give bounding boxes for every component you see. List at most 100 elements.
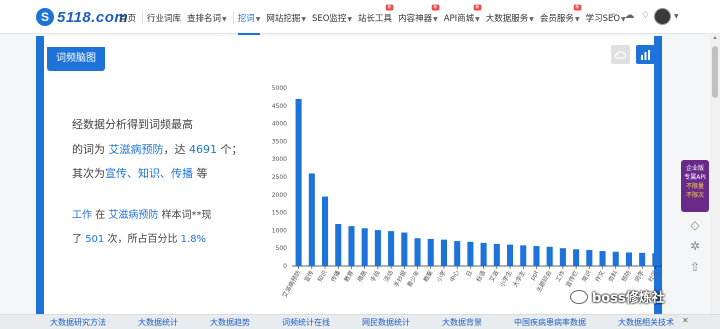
y-tick-label: 1000 [272,227,287,234]
x-tick-label: 标语 [474,269,487,283]
bar[interactable] [520,245,527,266]
scroll-thumb[interactable] [712,46,718,98]
chevron-down-icon[interactable]: ▼ [674,13,679,20]
x-tick-label: 措施 [355,269,368,283]
x-tick-label: 同学 [633,269,646,283]
chevron-down-icon: ▼ [301,16,306,23]
related-keyword-link[interactable]: 大数据研究方法 [42,317,106,328]
gear-icon[interactable]: ✲ [688,239,702,253]
related-keyword-link[interactable]: 大数据相关技术 [610,317,674,328]
bar[interactable] [586,249,593,266]
site-logo[interactable]: S 5118.com [36,7,128,27]
diamond-icon[interactable]: ◇ [688,218,702,232]
bar-chart-view-button[interactable] [636,45,655,64]
bar[interactable] [639,252,646,266]
nav-item[interactable]: 会员服务▼ 新 [540,4,581,24]
bar[interactable] [493,243,500,266]
nav-item[interactable]: 首页 [119,12,136,24]
avatar[interactable] [654,8,671,25]
bar[interactable] [625,252,633,266]
bar[interactable] [652,253,659,266]
sample-word[interactable]: 工作 [72,210,92,221]
top-word[interactable]: 艾滋病预防 [109,143,164,156]
x-tick-label: 教育 [342,269,355,283]
x-tick-label: 工作 [554,269,567,283]
nav-item-label: 大数据服务 [485,14,529,24]
bar[interactable] [612,251,619,266]
bar[interactable] [414,238,421,266]
nav-item[interactable]: 挖词▼ [237,12,260,35]
side-toolbar: ◇ ✲ ⇧ [688,218,702,274]
nav-item[interactable]: 查排名词▼ [187,12,227,24]
related-keyword-link[interactable]: 大数据统计 [130,317,178,328]
bar[interactable] [308,173,315,266]
sample-context[interactable]: 艾滋病预防 [108,210,158,221]
x-tick-label: 常识 [580,269,593,283]
nav-item[interactable]: 行业词库 [147,12,181,24]
nav-item[interactable]: 网站挖掘▼ [266,12,306,24]
close-icon[interactable]: ✕ [682,316,689,325]
chevron-down-icon: ▼ [222,16,227,23]
nav-item[interactable]: API商城▼ 新 [444,4,482,24]
x-tick-label: 社区 [646,269,659,283]
x-tick-label: 教案 [422,269,435,283]
bar[interactable] [546,246,553,266]
bar[interactable] [335,223,342,266]
bar[interactable] [467,241,474,266]
sample-text: 样本词**现 [161,210,212,221]
related-keywords-bar: 大数据研究方法 大数据统计 大数据趋势 词频统计在线 网民数据统计 大数据背景 中国疾病患病… [0,314,720,329]
top-count: 4691 [189,142,217,156]
nav-item[interactable]: SEO监控▼ [312,12,352,24]
bar[interactable] [480,242,487,266]
bar[interactable] [374,230,381,266]
bar[interactable] [295,99,302,266]
related-keyword-link[interactable]: 网民数据统计 [354,317,410,328]
new-badge: 新 [431,4,440,11]
related-keyword-link[interactable]: 中国疾病患病率数据 [506,317,586,328]
bar[interactable] [401,232,408,266]
x-tick-label: 艾滋病预防 [280,269,302,299]
chevron-down-icon: ▼ [574,16,580,23]
nav-item-label: 挖词 [237,14,255,24]
x-tick-label: 中心 [448,269,461,283]
bar[interactable] [573,249,580,266]
second-words[interactable]: 宣传、知识、传播 [105,167,193,180]
scroll-up-arrow-icon[interactable] [713,36,717,39]
related-keyword-link[interactable]: 词频统计在线 [274,317,330,328]
top-icons: ⌕ ☁ ♢ [608,10,651,21]
bar[interactable] [559,248,566,266]
cloud-view-button[interactable] [611,45,630,64]
bar[interactable] [361,228,368,266]
bar[interactable] [506,244,514,266]
bar[interactable] [454,241,461,266]
nav-item[interactable]: 内容神器▼ 新 [398,4,440,24]
tab-word-frequency-mindmap[interactable]: 词频脑图 [47,47,105,71]
bar[interactable] [533,246,540,266]
bar[interactable] [348,226,355,266]
sample-summary: 工作 在 艾滋病预防 样本词**现 了 501 次，所占百分比 1.8% [72,204,212,252]
cloud-download-icon[interactable]: ☁ [624,10,635,21]
nav-item[interactable]: 站长工具 新 [358,4,394,24]
sample-text: 了 [72,234,82,245]
word-frequency-bar-chart: 0 500 1000 1500 2000 2500 3000 3500 4000 4500 5000… [272,85,662,299]
nav-item-label: 查排名词 [187,14,222,24]
bell-icon[interactable]: ♢ [640,10,651,21]
bar[interactable] [599,251,606,266]
x-tick-label: 知识 [316,269,329,283]
bar[interactable] [388,231,395,266]
nav-item[interactable]: 大数据服务▼ [486,12,534,24]
search-icon[interactable]: ⌕ [608,10,619,21]
badge-line: 不限量 [685,183,704,190]
enterprise-api-badge[interactable]: 企业版 专属API 不限量 不限次 [681,160,709,212]
back-to-top-icon[interactable]: ⇧ [688,260,702,274]
related-keyword-link[interactable]: 大数据背景 [434,317,482,328]
summary-text: ，达 [163,142,186,156]
nav-item-label: SEO监控 [311,14,347,24]
bar[interactable] [321,196,329,266]
bar[interactable] [440,239,448,266]
bar[interactable] [427,238,434,266]
sample-text: 在 [95,210,106,221]
y-tick-label: 3000 [272,156,287,163]
related-keyword-link[interactable]: 大数据趋势 [202,317,250,328]
x-tick-label: 大学生 [511,269,527,289]
